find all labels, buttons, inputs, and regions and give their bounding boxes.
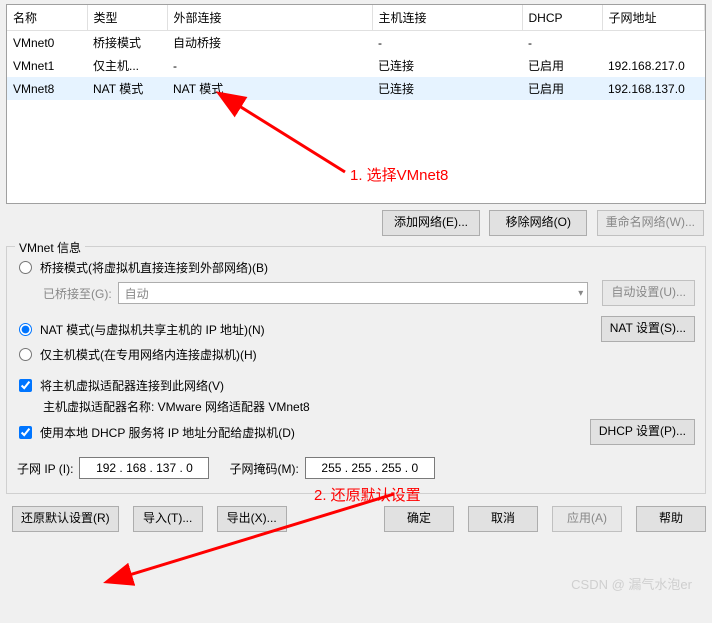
add-network-button[interactable]: 添加网络(E)... xyxy=(382,210,480,236)
network-table: 名称 类型 外部连接 主机连接 DHCP 子网地址 VMnet0 桥接模式 自动… xyxy=(7,5,705,100)
ok-button[interactable]: 确定 xyxy=(384,506,454,532)
table-row[interactable]: VMnet0 桥接模式 自动桥接 - - xyxy=(7,31,705,55)
col-header-ext[interactable]: 外部连接 xyxy=(167,5,372,31)
col-header-name[interactable]: 名称 xyxy=(7,5,87,31)
cell-host: - xyxy=(372,31,522,55)
bridge-mode-row: 桥接模式(将虚拟机直接连接到外部网络)(B) xyxy=(17,259,695,276)
chevron-down-icon: ▾ xyxy=(578,288,583,299)
bridge-mode-radio[interactable] xyxy=(19,261,32,274)
cell-type: 仅主机... xyxy=(87,54,167,77)
hostonly-mode-label: 仅主机模式(在专用网络内连接虚拟机)(H) xyxy=(40,346,257,363)
dhcp-settings-button[interactable]: DHCP 设置(P)... xyxy=(590,419,695,445)
cell-name: VMnet1 xyxy=(7,54,87,77)
bridge-to-label: 已桥接至(G): xyxy=(43,285,112,302)
cell-subnet: 192.168.217.0 xyxy=(602,54,705,77)
subnet-ip-label: 子网 IP (I): xyxy=(17,460,73,477)
apply-button: 应用(A) xyxy=(552,506,622,532)
export-button[interactable]: 导出(X)... xyxy=(217,506,287,532)
adapter-name-row: 主机虚拟适配器名称: VMware 网络适配器 VMnet8 xyxy=(43,398,695,415)
cell-ext: - xyxy=(167,54,372,77)
import-button[interactable]: 导入(T)... xyxy=(133,506,203,532)
col-header-subnet[interactable]: 子网地址 xyxy=(602,5,705,31)
cell-dhcp: 已启用 xyxy=(522,54,602,77)
bridge-to-value: 自动 xyxy=(125,285,149,302)
table-row[interactable]: VMnet1 仅主机... - 已连接 已启用 192.168.217.0 xyxy=(7,54,705,77)
cell-type: NAT 模式 xyxy=(87,77,167,100)
vmnet-info-group: VMnet 信息 桥接模式(将虚拟机直接连接到外部网络)(B) 已桥接至(G):… xyxy=(6,246,706,494)
hostonly-mode-row: 仅主机模式(在专用网络内连接虚拟机)(H) xyxy=(17,346,695,363)
network-table-container: 名称 类型 外部连接 主机连接 DHCP 子网地址 VMnet0 桥接模式 自动… xyxy=(6,4,706,204)
restore-defaults-button[interactable]: 还原默认设置(R) xyxy=(12,506,119,532)
bridge-to-dropdown: 自动 ▾ xyxy=(118,282,589,304)
cell-name: VMnet0 xyxy=(7,31,87,55)
subnet-row: 子网 IP (I): 192 . 168 . 137 . 0 子网掩码(M): … xyxy=(17,457,695,479)
cell-subnet: 192.168.137.0 xyxy=(602,77,705,100)
col-header-host[interactable]: 主机连接 xyxy=(372,5,522,31)
cell-subnet xyxy=(602,31,705,55)
hostonly-mode-radio[interactable] xyxy=(19,348,32,361)
nat-settings-button[interactable]: NAT 设置(S)... xyxy=(601,316,695,342)
table-buttons-row: 添加网络(E)... 移除网络(O) 重命名网络(W)... xyxy=(0,208,712,242)
connect-adapter-label: 将主机虚拟适配器连接到此网络(V) xyxy=(40,377,224,394)
use-dhcp-checkbox[interactable] xyxy=(19,426,32,439)
nat-mode-radio[interactable] xyxy=(19,323,32,336)
connect-adapter-checkbox[interactable] xyxy=(19,379,32,392)
table-row[interactable]: VMnet8 NAT 模式 NAT 模式 已连接 已启用 192.168.137… xyxy=(7,77,705,100)
subnet-ip-input[interactable]: 192 . 168 . 137 . 0 xyxy=(79,457,209,479)
subnet-mask-label: 子网掩码(M): xyxy=(229,460,298,477)
dialog-buttons-row: 还原默认设置(R) 导入(T)... 导出(X)... 确定 取消 应用(A) … xyxy=(0,498,712,540)
bridge-mode-label: 桥接模式(将虚拟机直接连接到外部网络)(B) xyxy=(40,259,268,276)
rename-network-button: 重命名网络(W)... xyxy=(597,210,704,236)
col-header-dhcp[interactable]: DHCP xyxy=(522,5,602,31)
cell-ext: NAT 模式 xyxy=(167,77,372,100)
cell-dhcp: - xyxy=(522,31,602,55)
help-button[interactable]: 帮助 xyxy=(636,506,706,532)
watermark: CSDN @ 漏气水泡er xyxy=(571,574,692,593)
cell-host: 已连接 xyxy=(372,54,522,77)
cell-dhcp: 已启用 xyxy=(522,77,602,100)
cancel-button[interactable]: 取消 xyxy=(468,506,538,532)
subnet-mask-input[interactable]: 255 . 255 . 255 . 0 xyxy=(305,457,435,479)
cell-ext: 自动桥接 xyxy=(167,31,372,55)
bridge-to-row: 已桥接至(G): 自动 ▾ 自动设置(U)... xyxy=(43,280,695,306)
use-dhcp-row: 使用本地 DHCP 服务将 IP 地址分配给虚拟机(D) DHCP 设置(P).… xyxy=(17,419,695,445)
remove-network-button[interactable]: 移除网络(O) xyxy=(489,210,587,236)
nat-mode-row: NAT 模式(与虚拟机共享主机的 IP 地址)(N) NAT 设置(S)... xyxy=(17,316,695,342)
use-dhcp-label: 使用本地 DHCP 服务将 IP 地址分配给虚拟机(D) xyxy=(40,424,295,441)
auto-settings-button: 自动设置(U)... xyxy=(602,280,695,306)
adapter-name-text: 主机虚拟适配器名称: VMware 网络适配器 VMnet8 xyxy=(43,398,310,415)
connect-adapter-row: 将主机虚拟适配器连接到此网络(V) xyxy=(17,377,695,394)
cell-host: 已连接 xyxy=(372,77,522,100)
col-header-type[interactable]: 类型 xyxy=(87,5,167,31)
group-title: VMnet 信息 xyxy=(15,239,85,256)
cell-name: VMnet8 xyxy=(7,77,87,100)
cell-type: 桥接模式 xyxy=(87,31,167,55)
nat-mode-label: NAT 模式(与虚拟机共享主机的 IP 地址)(N) xyxy=(40,321,265,338)
